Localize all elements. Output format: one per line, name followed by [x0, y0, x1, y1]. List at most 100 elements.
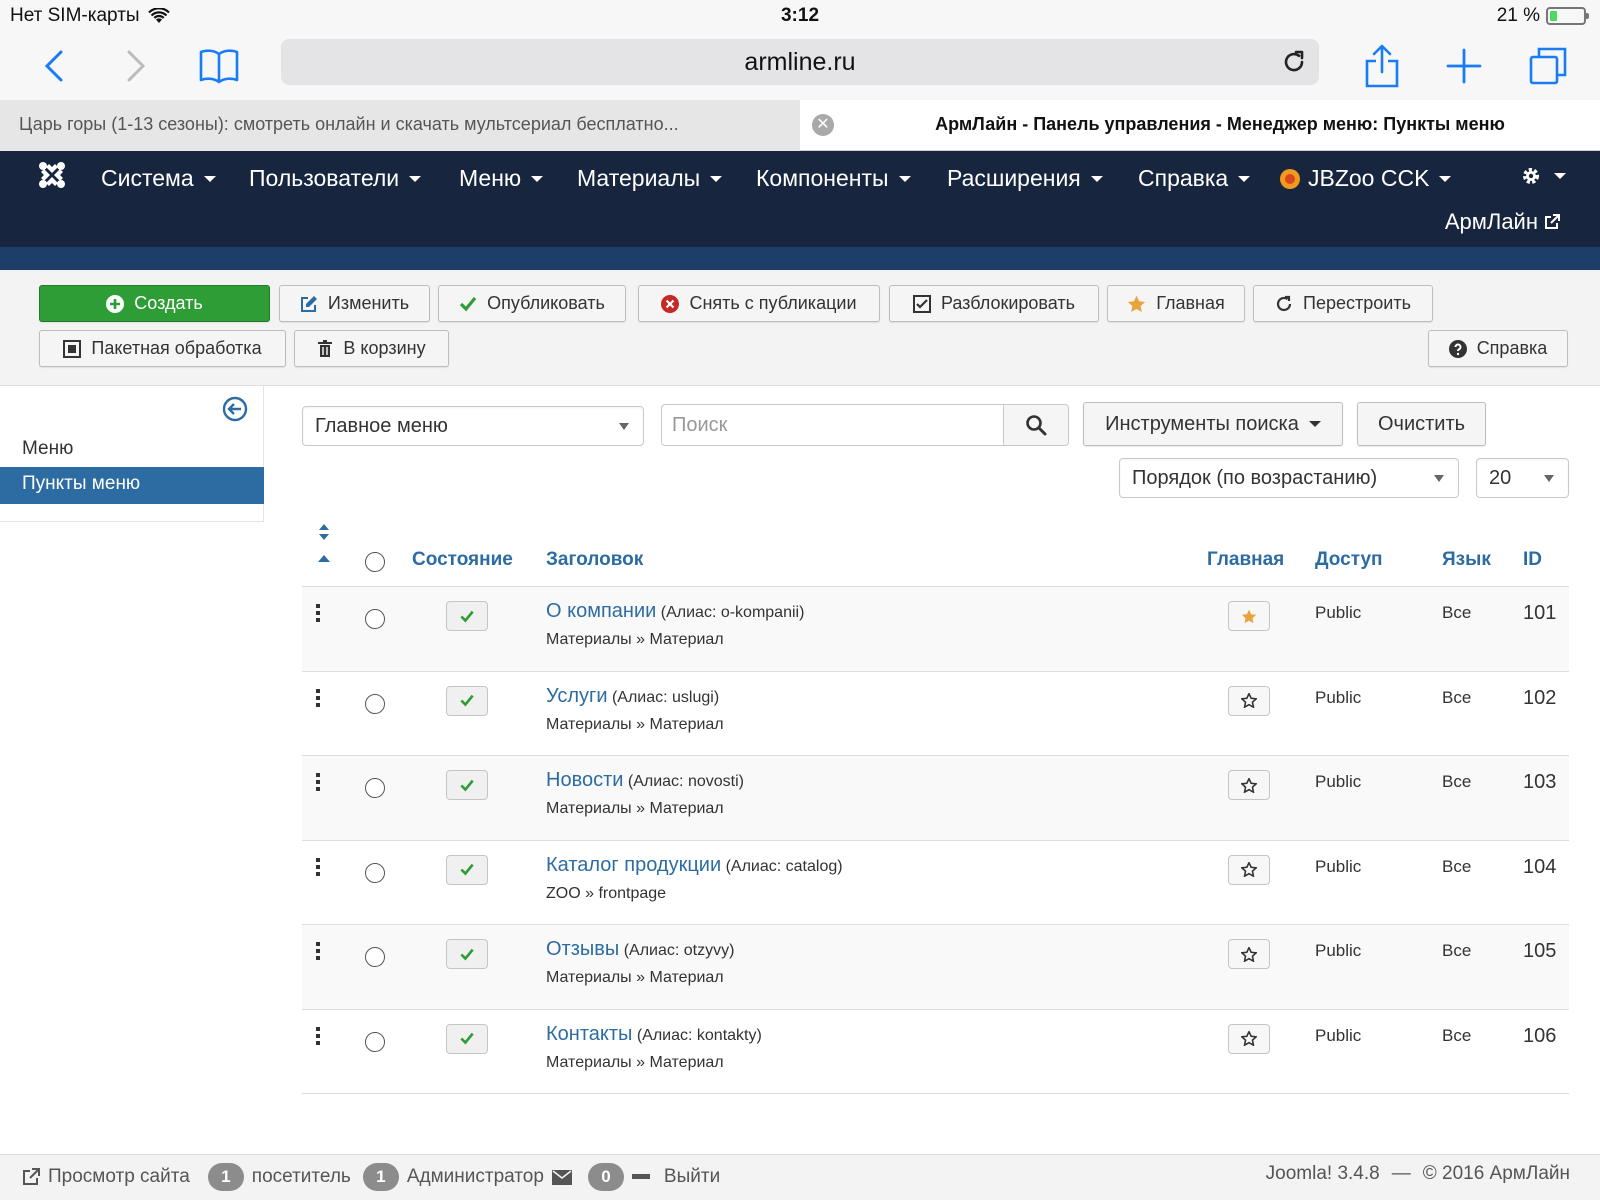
select-all-checkbox[interactable]: [365, 552, 385, 572]
tabs-overview-icon[interactable]: [1522, 40, 1574, 92]
item-title-link[interactable]: Каталог продукции: [546, 854, 721, 876]
home-toggle[interactable]: [1228, 685, 1270, 716]
menu-jbzoo[interactable]: JBZoo CCK: [1278, 165, 1452, 192]
item-title-link[interactable]: Новости: [546, 769, 623, 791]
row-checkbox[interactable]: [365, 693, 385, 714]
header-home[interactable]: Главная: [1207, 549, 1284, 571]
drag-handle-icon[interactable]: [316, 688, 320, 709]
sidebar-item-menu-items[interactable]: Пункты меню: [0, 467, 264, 504]
create-button[interactable]: Создать: [39, 285, 270, 322]
drag-handle-icon[interactable]: [316, 604, 320, 624]
item-title-link[interactable]: О компании: [546, 600, 656, 622]
header-title[interactable]: Заголовок: [546, 549, 643, 571]
header-status[interactable]: Состояние: [412, 549, 513, 571]
menu-system[interactable]: Система: [101, 165, 216, 192]
trash-button[interactable]: В корзину: [294, 330, 449, 367]
home-toggle[interactable]: [1228, 770, 1270, 800]
item-type: Материалы » Материал: [546, 800, 724, 817]
back-icon[interactable]: [28, 40, 80, 92]
view-site-link[interactable]: Просмотр сайта: [48, 1166, 190, 1188]
collapse-sidebar-icon[interactable]: [222, 396, 248, 422]
url-field[interactable]: armline.ru: [281, 39, 1319, 85]
help-button-label: Справка: [1476, 338, 1548, 358]
row-checkbox[interactable]: [365, 862, 385, 883]
clear-button[interactable]: Очистить: [1357, 402, 1486, 446]
limit-select[interactable]: 20: [1476, 458, 1569, 498]
row-checkbox[interactable]: [365, 1031, 385, 1052]
rebuild-button[interactable]: Перестроить: [1253, 285, 1433, 322]
menu-menus[interactable]: Меню: [459, 165, 544, 192]
battery-icon: [1546, 7, 1589, 25]
published-toggle[interactable]: [446, 685, 488, 716]
drag-handle-icon[interactable]: [316, 857, 320, 878]
forward-icon[interactable]: [110, 40, 162, 92]
search-button[interactable]: [1003, 404, 1069, 446]
header-language[interactable]: Язык: [1442, 549, 1491, 571]
home-toggle[interactable]: [1228, 854, 1270, 885]
sort-asc-icon: [318, 555, 330, 563]
menu-extensions[interactable]: Расширения: [947, 165, 1103, 192]
home-toggle[interactable]: [1228, 601, 1270, 631]
row-checkbox[interactable]: [365, 778, 385, 798]
publish-button[interactable]: Опубликовать: [438, 285, 626, 322]
header-id[interactable]: ID: [1523, 549, 1542, 571]
new-tab-icon[interactable]: [1438, 40, 1490, 92]
item-title-link[interactable]: Контакты: [546, 1023, 632, 1045]
menu-components[interactable]: Компоненты: [756, 165, 911, 192]
joomla-logo-icon[interactable]: [38, 161, 66, 189]
menu-users[interactable]: Пользователи: [249, 165, 422, 192]
published-toggle[interactable]: [446, 854, 488, 885]
menu-select[interactable]: Главное меню: [302, 406, 644, 446]
star-outline-icon: [1241, 862, 1257, 877]
status-footer: Просмотр сайта 1 посетитель 1 Администра…: [0, 1154, 1600, 1200]
close-tab-icon[interactable]: ✕: [812, 114, 834, 136]
home-button[interactable]: Главная: [1107, 285, 1245, 322]
share-icon[interactable]: [1356, 40, 1408, 92]
trash-icon: [317, 339, 333, 358]
row-checkbox[interactable]: [365, 609, 385, 629]
item-language: Все: [1442, 856, 1472, 876]
unpublish-button[interactable]: Снять с публикации: [638, 285, 880, 322]
logout-link[interactable]: Выйти: [664, 1166, 720, 1188]
sidebar-item-menus[interactable]: Меню: [0, 432, 264, 469]
checkin-button[interactable]: Разблокировать: [889, 285, 1099, 322]
settings-menu[interactable]: [1520, 165, 1566, 187]
reload-icon[interactable]: [1281, 49, 1307, 75]
help-button[interactable]: Справка: [1428, 330, 1568, 367]
header-access[interactable]: Доступ: [1315, 549, 1383, 571]
bookmarks-icon[interactable]: [193, 40, 245, 92]
sort-ordering-icon[interactable]: [318, 524, 330, 540]
item-type: Материалы » Материал: [546, 715, 724, 733]
home-toggle[interactable]: [1228, 939, 1270, 969]
home-toggle[interactable]: [1228, 1023, 1270, 1054]
batch-button[interactable]: Пакетная обработка: [39, 330, 286, 367]
browser-tab-inactive[interactable]: Царь горы (1-13 сезоны): смотреть онлайн…: [0, 100, 800, 151]
item-title-link[interactable]: Услуги: [546, 685, 608, 707]
published-toggle[interactable]: [446, 601, 488, 631]
published-toggle[interactable]: [446, 770, 488, 800]
drag-handle-icon[interactable]: [316, 942, 320, 962]
menu-users-label: Пользователи: [249, 165, 400, 191]
published-toggle[interactable]: [446, 1023, 488, 1054]
menu-help[interactable]: Справка: [1138, 165, 1251, 192]
browser-tab-active[interactable]: АрмЛайн - Панель управления - Менеджер м…: [860, 114, 1580, 135]
page-header-strip: [0, 247, 1600, 270]
select-arrow-icon: [619, 423, 629, 430]
search-tools-button[interactable]: Инструменты поиска: [1083, 402, 1343, 446]
menu-content[interactable]: Материалы: [577, 165, 723, 192]
item-type: Материалы » Материал: [546, 631, 724, 648]
item-title-link[interactable]: Отзывы: [546, 938, 619, 960]
search-input[interactable]: [661, 404, 1004, 446]
row-checkbox[interactable]: [365, 947, 385, 967]
ordering-select[interactable]: Порядок (по возрастанию): [1119, 458, 1459, 498]
item-alias: (Алиас: novosti): [627, 773, 744, 790]
item-id: 105: [1523, 940, 1557, 962]
drag-handle-icon[interactable]: [316, 1026, 320, 1047]
published-toggle[interactable]: [446, 939, 488, 969]
envelope-icon[interactable]: [551, 1169, 572, 1185]
edit-button[interactable]: Изменить: [279, 285, 430, 322]
url-text: armline.ru: [744, 47, 856, 76]
star-outline-icon: [1241, 946, 1257, 962]
drag-handle-icon[interactable]: [316, 773, 320, 793]
site-user-link[interactable]: АрмЛайн: [1445, 209, 1560, 235]
